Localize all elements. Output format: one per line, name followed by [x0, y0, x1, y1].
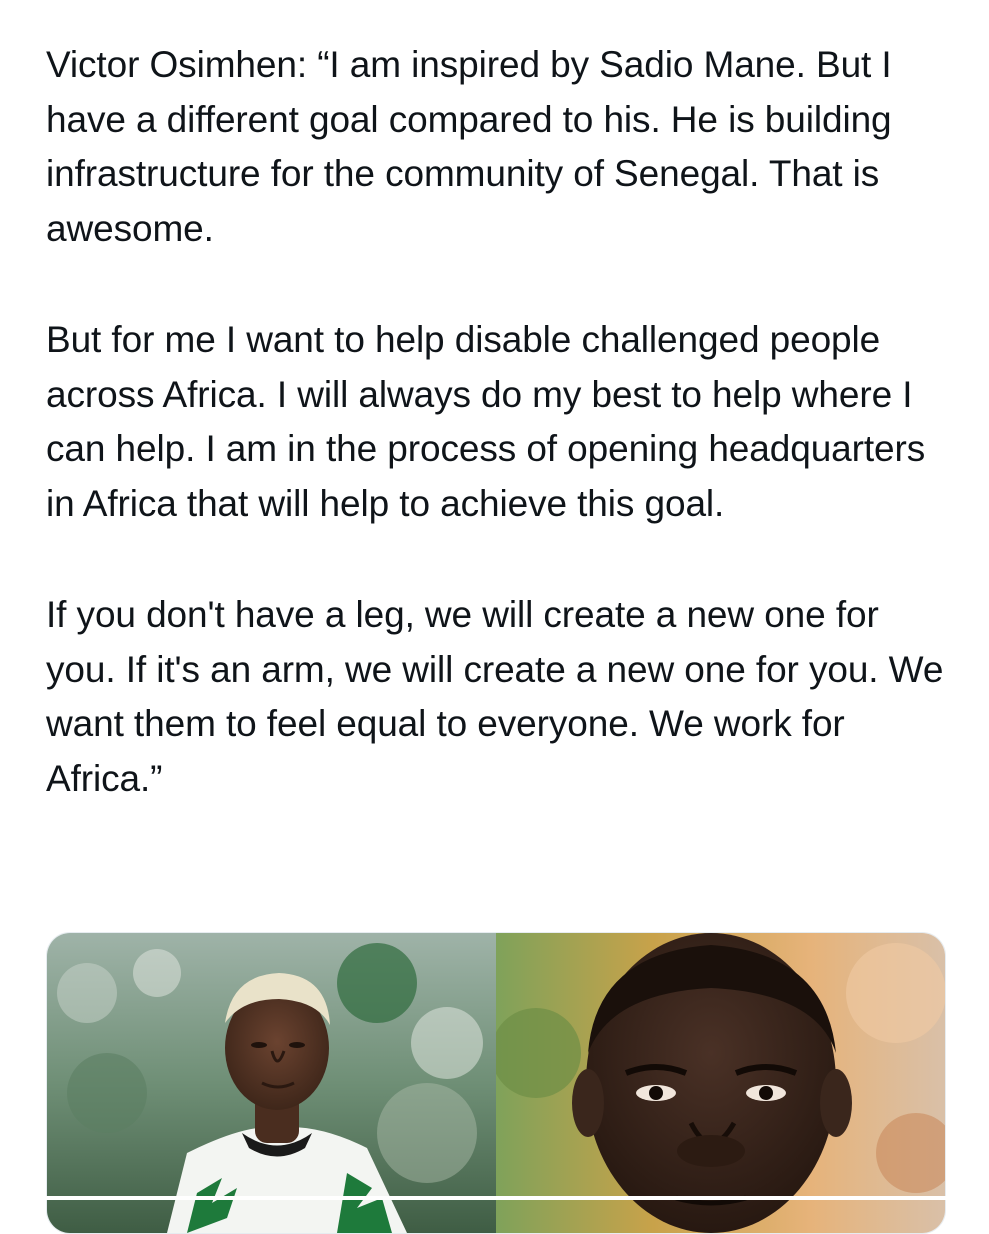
media-photo-osimhen[interactable] [47, 933, 496, 1233]
tweet-paragraph-1: Victor Osimhen: “I am inspired by Sadio … [46, 44, 892, 249]
bottom-edge [0, 1196, 989, 1200]
osimhen-photo-illustration [47, 933, 496, 1233]
tweet-paragraph-2: But for me I want to help disable challe… [46, 319, 926, 524]
media-photo-mane[interactable] [496, 933, 945, 1233]
mane-photo-illustration [496, 933, 945, 1233]
tweet-text: Victor Osimhen: “I am inspired by Sadio … [46, 38, 956, 806]
tweet-media-card[interactable] [46, 932, 946, 1234]
tweet-paragraph-3: If you don't have a leg, we will create … [46, 594, 944, 799]
